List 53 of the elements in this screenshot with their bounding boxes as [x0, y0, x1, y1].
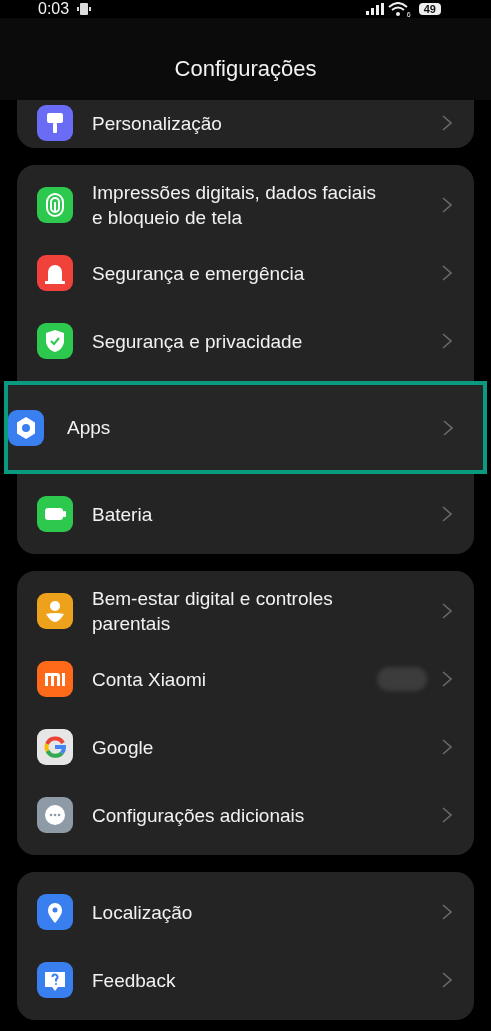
item-label: Apps	[67, 416, 112, 440]
chevron-icon	[442, 506, 452, 522]
signal-icon	[365, 3, 384, 15]
chevron-icon	[442, 115, 452, 131]
item-label: Localização	[92, 900, 194, 925]
person-icon	[37, 593, 73, 629]
item-label: Conta Xiaomi	[92, 667, 208, 692]
chevron-icon	[442, 671, 452, 687]
mi-logo-icon	[37, 661, 73, 697]
item-label: Personalização	[92, 111, 223, 136]
battery-indicator: 49	[418, 3, 441, 15]
chevron-icon	[442, 265, 452, 281]
location-pin-icon	[37, 894, 73, 930]
settings-item[interactable]: Segurança e privacidade	[17, 307, 474, 375]
settings-item[interactable]: Google	[17, 713, 474, 781]
battery-icon	[37, 496, 73, 532]
settings-item[interactable]: Configurações adicionais	[17, 781, 474, 849]
chevron-icon	[442, 904, 452, 920]
shield-check-icon	[37, 323, 73, 359]
settings-item[interactable]: Segurança e emergência	[17, 239, 474, 307]
fingerprint-icon	[37, 187, 73, 223]
item-label: Configurações adicionais	[92, 803, 306, 828]
alarm-light-icon	[37, 255, 73, 291]
wifi-icon	[387, 2, 408, 16]
settings-item[interactable]: Conta Xiaomi	[17, 645, 474, 713]
item-label: Impressões digitais, dados faciais e bloqueio de tela	[92, 181, 378, 230]
item-label: Feedback	[92, 968, 177, 993]
settings-item[interactable]: Localização	[17, 878, 474, 946]
page-title: Configurações	[174, 55, 317, 82]
settings-item[interactable]: Personalização	[17, 100, 474, 146]
brush-icon	[37, 105, 73, 141]
item-label: Bem-estar digital e controles parentais	[92, 587, 334, 636]
settings-item[interactable]: Bateria	[17, 480, 474, 548]
item-label: Bateria	[92, 502, 154, 527]
google-logo-icon	[37, 729, 73, 765]
chevron-icon	[442, 603, 452, 619]
settings-item[interactable]: Feedback	[17, 946, 474, 1014]
phone-vibrate-icon	[77, 2, 92, 16]
item-label: Segurança e emergência	[92, 261, 306, 286]
chevron-icon	[442, 972, 452, 988]
chevron-icon	[442, 333, 452, 349]
more-icon	[37, 797, 73, 833]
settings-item[interactable]: Impressões digitais, dados faciais e bloqueio de tela	[17, 171, 474, 239]
status-time: 0:03	[38, 0, 70, 18]
item-label: Google	[92, 735, 155, 760]
settings-item[interactable]: Bem-estar digital e controles parentais	[17, 577, 474, 645]
chevron-icon	[442, 197, 452, 213]
chevron-icon	[442, 807, 452, 823]
help-bubble-icon	[37, 962, 73, 998]
chevron-icon	[442, 739, 452, 755]
chevron-icon	[443, 419, 453, 436]
settings-item[interactable]: Apps	[4, 381, 487, 474]
item-label: Segurança e privacidade	[92, 329, 304, 354]
